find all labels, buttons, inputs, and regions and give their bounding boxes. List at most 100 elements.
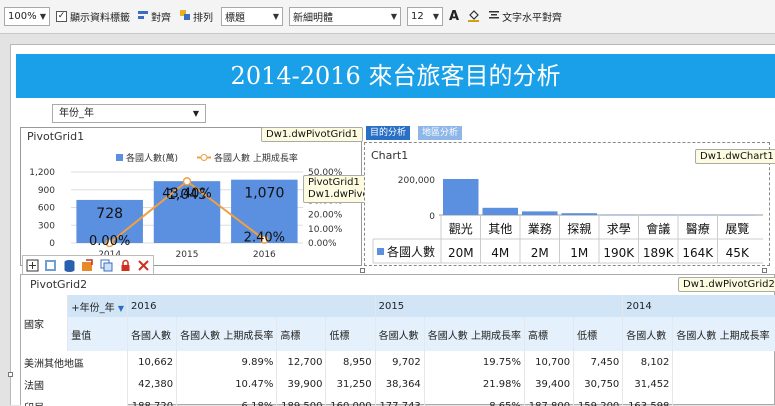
tab-region[interactable]: 地區分析: [418, 126, 463, 140]
copy-icon[interactable]: [100, 259, 113, 272]
legend-label: 各國人數(萬): [126, 152, 178, 164]
table-cell: 42,380: [127, 373, 178, 395]
style-select[interactable]: 標題 ▼: [221, 7, 283, 26]
pivot-grid-2-table: 國家 +年份_年 ▼ 2016 2015 2014 量值 各國人數 各國人數 上…: [21, 295, 775, 406]
measure-header[interactable]: 各國人數 上期成長率: [672, 317, 775, 351]
show-grid-toggle[interactable]: ✓ 顯示資料標籤: [56, 9, 130, 24]
table-cell: 6.18%: [176, 395, 278, 406]
y-tick-label: 900: [38, 186, 55, 196]
zoom-select[interactable]: 100% ▼: [4, 7, 50, 26]
line-data-label: 43.40%: [162, 186, 212, 201]
line-point: [182, 177, 192, 186]
data-label: 2M: [531, 246, 549, 260]
font-color-button[interactable]: A: [449, 9, 459, 24]
table-cell: 8,950: [325, 351, 376, 373]
resize-handle[interactable]: [762, 268, 767, 273]
legend-marker: [200, 154, 208, 161]
arrange-button[interactable]: 排列: [179, 9, 213, 24]
style-value: 標題: [225, 13, 245, 24]
resize-handle[interactable]: [8, 372, 13, 377]
measure-header[interactable]: 高標: [524, 317, 575, 351]
x-tick-label: 展覽: [725, 222, 749, 236]
measure-header[interactable]: 各國人數: [622, 317, 674, 351]
align-label: 對齊: [151, 13, 171, 24]
text-align-icon: [488, 9, 500, 24]
y-tick-label: 600: [38, 204, 55, 214]
tab-strip: 目的分析 地區分析: [366, 125, 770, 141]
chevron-down-icon: ▼: [432, 12, 439, 21]
legend-label: 各國人數: [387, 244, 435, 259]
export-icon[interactable]: [81, 258, 94, 272]
measure-header[interactable]: 低標: [325, 317, 376, 351]
font-select[interactable]: 新細明體 ▼: [289, 7, 401, 26]
table-cell: 189,500: [276, 395, 327, 406]
x-tick-label: 醫療: [686, 222, 710, 236]
table-cell: 9,702: [375, 351, 425, 373]
font-size-select[interactable]: 12 ▼: [407, 7, 443, 26]
measure-header[interactable]: 各國人數: [375, 317, 425, 351]
legend-swatch: [116, 154, 123, 161]
year-filter-label: 年份_年: [59, 108, 94, 119]
measure-header[interactable]: 高標: [276, 317, 327, 351]
table-row[interactable]: 印尼188,7206.18%189,500160,000177,7438.65%…: [21, 395, 775, 406]
header-measure-row: 量值 各國人數 各國人數 上期成長率 高標 低標 各國人數 各國人數 上期成長率…: [21, 317, 775, 351]
table-cell: [672, 351, 775, 373]
table-cell: 10,662: [127, 351, 178, 373]
table-row[interactable]: 美洲其他地區 10,662 9.89% 12,700 8,950 9,702 19.75% 1…: [21, 351, 775, 373]
year-field-button[interactable]: +年份_年 ▼: [67, 295, 128, 317]
tab-purpose[interactable]: 目的分析: [366, 126, 411, 140]
chevron-down-icon: ▼: [39, 12, 46, 21]
y-tick-label: 0: [49, 239, 55, 249]
data-label: 189K: [643, 246, 675, 260]
table-row[interactable]: 法國 42,380 10.47% 39,900 31,250 38,364 21.98% 39…: [21, 373, 775, 395]
line-data-label: 0.00%: [89, 234, 130, 249]
chart-bar: [522, 211, 558, 215]
legend-swatch: [377, 248, 384, 255]
measure-header[interactable]: 各國人數 上期成長率: [424, 317, 525, 351]
chevron-down-icon: ▼: [192, 109, 199, 118]
measure-header[interactable]: 各國人數: [127, 317, 178, 351]
year-header-2014[interactable]: 2014: [622, 295, 775, 317]
align-icon: [137, 9, 149, 24]
year-header-2016[interactable]: 2016: [127, 295, 376, 317]
table-cell: 8,102: [622, 351, 674, 373]
table-cell: 10.47%: [176, 373, 278, 395]
table-cell: 187,800: [524, 395, 575, 406]
font-value: 新細明體: [293, 13, 333, 24]
report-banner[interactable]: 2014-2016 來台旅客目的分析: [16, 54, 775, 98]
lock-icon[interactable]: [119, 259, 132, 272]
close-icon[interactable]: [137, 259, 150, 272]
pivot-grid-2-tip-text: Dw1.dwPivotGrid2: [683, 279, 775, 290]
bar-data-label: 1,070: [244, 186, 284, 202]
data-label: 1M: [570, 246, 588, 260]
page-title: 2014-2016 來台旅客目的分析: [230, 62, 561, 90]
x-tick-label: 求學: [607, 222, 631, 236]
chart-bar: [443, 179, 479, 215]
text-center-button[interactable]: 文字水平對齊: [488, 9, 562, 24]
pivot-icon[interactable]: [44, 259, 57, 272]
data-label: 4M: [491, 246, 509, 260]
pivot-grid-1-tip-text: Dw1.dwPivotGrid1: [266, 129, 358, 140]
align-button[interactable]: 對齊: [137, 9, 171, 24]
font-color-icon: A: [449, 9, 460, 24]
y-tick-label: 0: [429, 212, 435, 222]
x-tick-label: 業務: [528, 222, 552, 236]
table-cell: [672, 395, 775, 406]
row-header: 法國: [21, 373, 128, 395]
tab-region-label: 地區分析: [422, 128, 459, 138]
measure-header[interactable]: 低標: [573, 317, 624, 351]
year-filter-select[interactable]: 年份_年 ▼: [52, 104, 206, 123]
y2-tick-label: 0.00%: [308, 239, 337, 249]
pivot-grid-2[interactable]: PivotGrid2 國家 +年份_年 ▼ 2016 2015 2014 量值 …: [20, 274, 775, 406]
x-tick-label: 會議: [646, 222, 670, 236]
move-icon[interactable]: [26, 259, 39, 272]
corner-header: 國家: [21, 295, 69, 351]
table-cell: 160,000: [325, 395, 376, 406]
show-grid-label: 顯示資料標籤: [70, 13, 130, 24]
year-header-2015[interactable]: 2015: [375, 295, 624, 317]
fill-color-button[interactable]: [467, 9, 480, 25]
measure-header[interactable]: 各國人數 上期成長率: [176, 317, 278, 351]
database-icon[interactable]: [63, 259, 76, 272]
chart-bar: [561, 213, 597, 215]
resize-handle[interactable]: [360, 268, 365, 273]
